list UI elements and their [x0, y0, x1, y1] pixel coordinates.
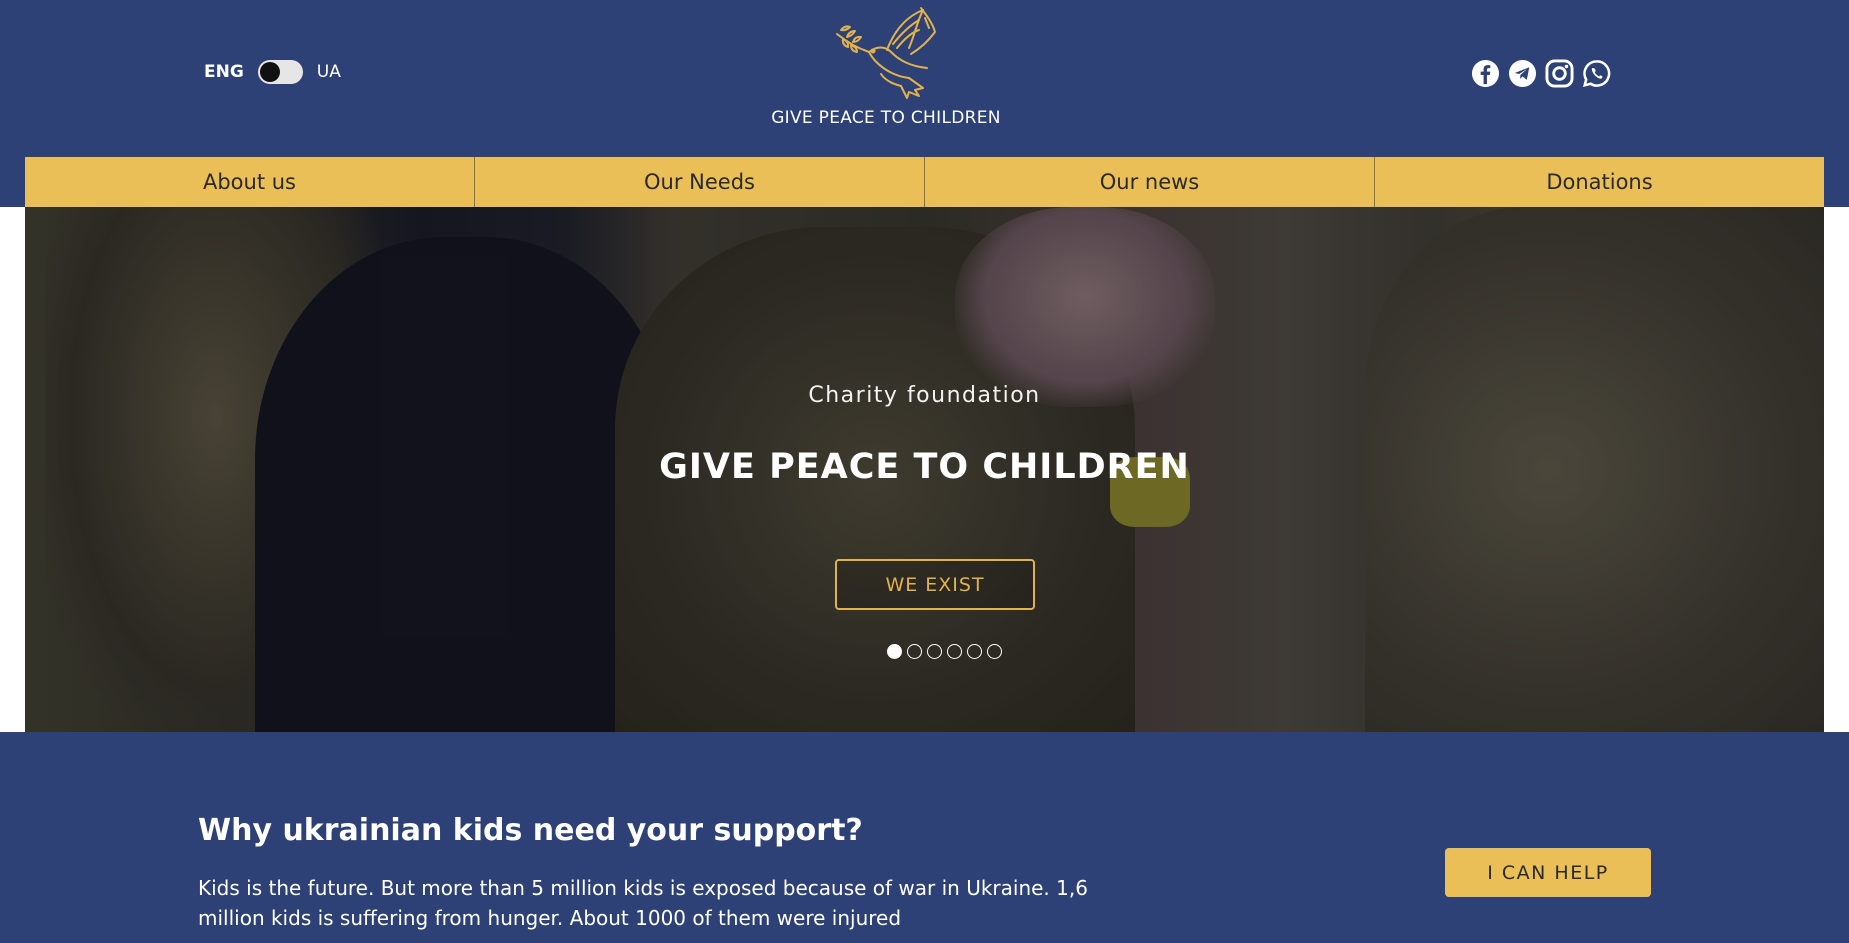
- whatsapp-icon[interactable]: [1581, 58, 1612, 89]
- language-switch: ENG UA: [204, 60, 341, 84]
- facebook-icon[interactable]: [1470, 58, 1501, 89]
- nav-item-about-us[interactable]: About us: [25, 157, 474, 207]
- site-header: ENG UA GIVE PEACE TO CHILDREN: [0, 0, 1849, 157]
- slider-dot-3[interactable]: [927, 644, 942, 659]
- support-text: Kids is the future. But more than 5 mill…: [198, 876, 1088, 930]
- right-gutter: [1824, 207, 1849, 732]
- main-nav: About us Our Needs Our news Donations: [25, 157, 1824, 207]
- left-gutter: [0, 207, 25, 732]
- lang-eng-label[interactable]: ENG: [204, 62, 244, 82]
- lang-ua-label[interactable]: UA: [317, 62, 341, 82]
- i-can-help-button[interactable]: I CAN HELP: [1445, 848, 1651, 897]
- nav-item-our-needs[interactable]: Our Needs: [474, 157, 924, 207]
- hero-title: GIVE PEACE TO CHILDREN: [659, 447, 1190, 487]
- slider-dot-1[interactable]: [887, 644, 902, 659]
- hero-slider: Charity foundation GIVE PEACE TO CHILDRE…: [25, 207, 1824, 732]
- logo-title: GIVE PEACE TO CHILDREN: [771, 108, 1001, 128]
- slider-dot-6[interactable]: [987, 644, 1002, 659]
- dove-icon: [836, 7, 936, 99]
- social-links: [1470, 58, 1612, 89]
- language-toggle[interactable]: [257, 60, 303, 84]
- slider-dot-2[interactable]: [907, 644, 922, 659]
- telegram-icon[interactable]: [1507, 58, 1538, 89]
- instagram-icon[interactable]: [1544, 58, 1575, 89]
- toggle-knob: [259, 62, 280, 82]
- nav-item-our-news[interactable]: Our news: [924, 157, 1374, 207]
- nav-item-donations[interactable]: Donations: [1374, 157, 1824, 207]
- slider-dots: [887, 644, 1002, 659]
- we-exist-button[interactable]: WE EXIST: [835, 559, 1035, 610]
- site-logo[interactable]: GIVE PEACE TO CHILDREN: [740, 4, 1032, 128]
- slider-dot-5[interactable]: [967, 644, 982, 659]
- slider-dot-4[interactable]: [947, 644, 962, 659]
- hero-subtitle: Charity foundation: [808, 383, 1041, 408]
- support-title: Why ukrainian kids need your support?: [198, 813, 863, 848]
